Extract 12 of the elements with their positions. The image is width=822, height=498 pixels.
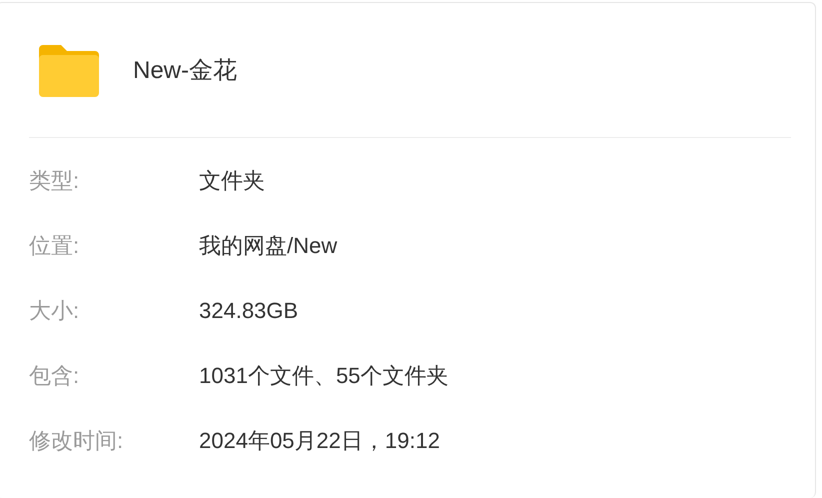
property-label: 类型: <box>29 166 80 194</box>
property-label: 大小: <box>29 296 80 324</box>
folder-title: New-金花 <box>133 56 238 86</box>
property-label: 位置: <box>29 232 80 260</box>
property-value: 2024年05月22日，19:12 <box>199 426 440 454</box>
folder-icon <box>39 43 99 97</box>
property-value: 我的网盘/New <box>199 232 338 260</box>
property-value: 文件夹 <box>199 166 265 194</box>
property-label: 包含: <box>29 362 80 390</box>
property-value: 1031个文件、55个文件夹 <box>199 362 448 390</box>
property-label: 修改时间: <box>29 426 124 454</box>
property-value: 324.83GB <box>199 298 298 324</box>
